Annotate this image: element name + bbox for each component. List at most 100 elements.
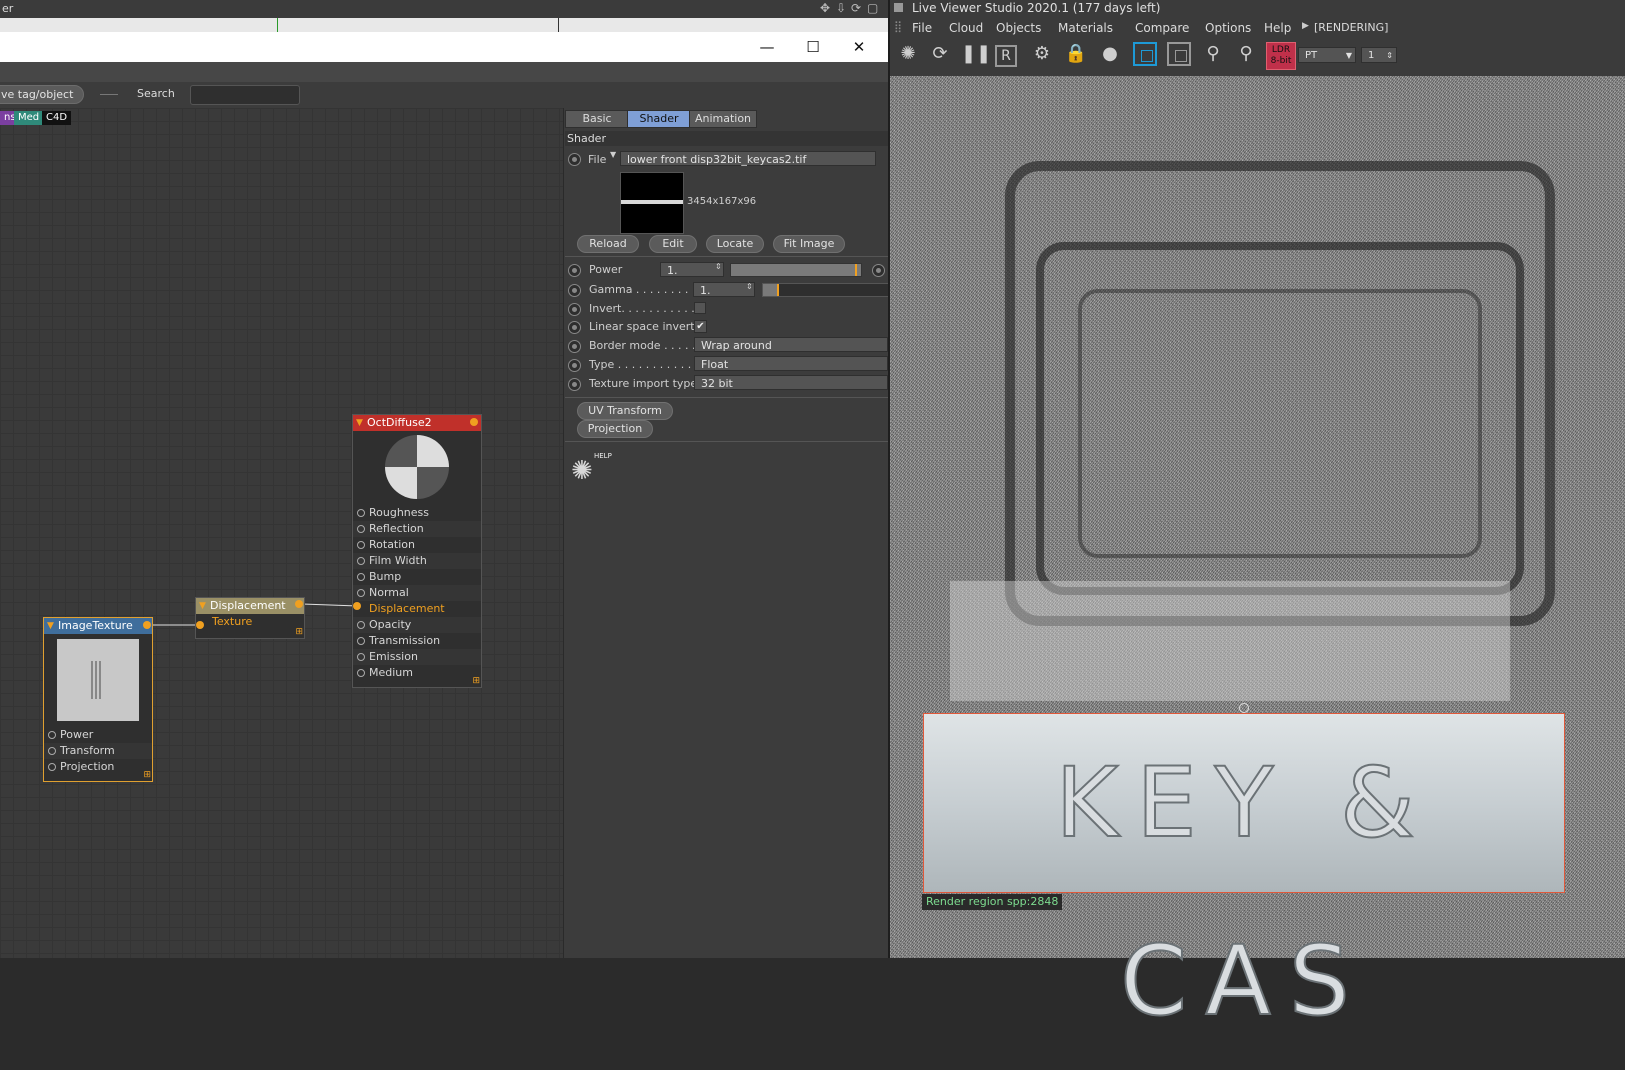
port-icon[interactable] xyxy=(357,621,365,629)
input-port-texture[interactable] xyxy=(196,621,204,629)
invert-checkbox[interactable] xyxy=(694,302,706,314)
octane-logo-icon[interactable]: ✺ xyxy=(896,42,920,66)
focus-picker-icon[interactable]: ⚲ xyxy=(1201,42,1225,66)
port-icon[interactable] xyxy=(357,637,365,645)
collapse-triangle-icon[interactable]: ▼ xyxy=(47,618,54,634)
texture-import-type-select[interactable]: 32 bit xyxy=(694,375,888,390)
rotate-icon[interactable]: ⟳ xyxy=(851,1,861,15)
menu-file[interactable]: File xyxy=(912,20,932,36)
octane-help-icon[interactable]: ✺ xyxy=(571,456,601,486)
drag-grip-icon[interactable]: ⣿ xyxy=(894,20,902,33)
pause-icon[interactable]: ❚❚ xyxy=(961,42,991,66)
port-bump[interactable]: Bump xyxy=(353,569,481,585)
port-transform[interactable]: Transform xyxy=(44,743,152,759)
port-icon[interactable] xyxy=(357,589,365,597)
maximize-button[interactable]: ☐ xyxy=(790,32,836,62)
node-oct-diffuse-header[interactable]: ▼ OctDiffuse2 xyxy=(353,415,481,431)
gamma-stepper-icon[interactable]: ⇕ xyxy=(746,282,753,291)
port-roughness[interactable]: Roughness xyxy=(353,505,481,521)
close-button[interactable]: ✕ xyxy=(836,32,882,62)
file-dropdown-icon[interactable]: ▼ xyxy=(610,150,616,159)
gamma-slider-handle[interactable] xyxy=(777,284,779,296)
port-film-width[interactable]: Film Width xyxy=(353,553,481,569)
spp-input[interactable]: 1 ⇕ xyxy=(1361,47,1397,63)
ldr-8bit-toggle[interactable]: LDR 8-bit xyxy=(1266,42,1296,70)
minimize-button[interactable]: — xyxy=(744,32,790,62)
menu-materials[interactable]: Materials xyxy=(1058,20,1113,36)
menu-objects[interactable]: Objects xyxy=(996,20,1041,36)
menu-options[interactable]: Options xyxy=(1205,20,1251,36)
region-render-icon[interactable]: R xyxy=(995,45,1017,67)
menu-help[interactable]: Help xyxy=(1264,20,1291,36)
render-region-toggle-icon[interactable] xyxy=(1133,42,1157,66)
node-image-texture[interactable]: ▼ ImageTexture Power Transform Projectio… xyxy=(43,617,153,782)
animate-radio-power-extra[interactable] xyxy=(872,264,885,277)
kernel-select[interactable]: PT ▼ xyxy=(1298,47,1356,63)
reload-button[interactable]: Reload xyxy=(577,235,639,253)
animate-radio-texture-import-type[interactable] xyxy=(568,378,581,391)
port-projection[interactable]: Projection xyxy=(44,759,152,775)
port-transmission[interactable]: Transmission xyxy=(353,633,481,649)
type-select[interactable]: Float xyxy=(694,356,888,371)
port-icon[interactable] xyxy=(357,669,365,677)
animate-radio-file[interactable] xyxy=(568,153,581,166)
port-icon[interactable] xyxy=(48,763,56,771)
port-normal[interactable]: Normal xyxy=(353,585,481,601)
tab-shader[interactable]: Shader xyxy=(627,110,691,128)
input-port-displacement[interactable] xyxy=(353,602,361,610)
animate-radio-power[interactable] xyxy=(568,264,581,277)
node-displacement[interactable]: ▼ Displacement Texture ⊞ xyxy=(195,597,305,639)
port-opacity[interactable]: Opacity xyxy=(353,617,481,633)
port-emission[interactable]: Emission xyxy=(353,649,481,665)
animate-radio-invert[interactable] xyxy=(568,303,581,316)
animate-radio-type[interactable] xyxy=(568,359,581,372)
arrow-down-icon[interactable]: ⇩ xyxy=(836,1,846,15)
port-reflection[interactable]: Reflection xyxy=(353,521,481,537)
output-port-displacement[interactable] xyxy=(295,600,303,608)
collapse-triangle-icon[interactable]: ▼ xyxy=(199,598,206,614)
locate-button[interactable]: Locate xyxy=(706,235,764,253)
resize-handle-icon[interactable]: ⊞ xyxy=(295,627,303,637)
menu-compare[interactable]: Compare xyxy=(1135,20,1189,36)
material-picker-icon[interactable]: ⚲ xyxy=(1234,42,1258,66)
node-image-texture-header[interactable]: ▼ ImageTexture xyxy=(44,618,152,634)
film-region-icon[interactable] xyxy=(1167,42,1191,66)
output-port-oct-diffuse[interactable] xyxy=(470,418,478,426)
port-icon[interactable] xyxy=(357,573,365,581)
animate-radio-linear-space-invert[interactable] xyxy=(568,321,581,334)
power-slider-handle[interactable] xyxy=(855,264,857,276)
fit-image-button[interactable]: Fit Image xyxy=(773,235,845,253)
edit-button[interactable]: Edit xyxy=(649,235,697,253)
animate-radio-border-mode[interactable] xyxy=(568,340,581,353)
port-displacement[interactable]: Displacement xyxy=(353,601,481,617)
collapse-triangle-icon[interactable]: ▼ xyxy=(356,415,363,431)
port-texture[interactable]: Texture xyxy=(196,614,304,630)
port-icon[interactable] xyxy=(357,509,365,517)
file-path-field[interactable]: lower front disp32bit_keycas2.tif xyxy=(620,151,876,166)
port-icon[interactable] xyxy=(357,653,365,661)
port-icon[interactable] xyxy=(357,541,365,549)
node-displacement-header[interactable]: ▼ Displacement xyxy=(196,598,304,614)
border-mode-select[interactable]: Wrap around xyxy=(694,337,888,352)
tab-basic[interactable]: Basic xyxy=(565,110,629,128)
node-oct-diffuse[interactable]: ▼ OctDiffuse2 Roughness Reflection Rotat… xyxy=(352,414,482,688)
window-icon[interactable]: ▢ xyxy=(867,1,878,15)
port-icon[interactable] xyxy=(357,557,365,565)
render-region-box[interactable]: KEY & CAS xyxy=(923,713,1565,1038)
spp-stepper-icon[interactable]: ⇕ xyxy=(1386,48,1393,64)
tab-animation[interactable]: Animation xyxy=(689,110,757,128)
gamma-slider[interactable] xyxy=(762,283,890,297)
resize-handle-icon[interactable]: ⊞ xyxy=(472,676,480,686)
projection-button[interactable]: Projection xyxy=(577,420,653,438)
resize-handle-icon[interactable]: ⊞ xyxy=(143,770,151,780)
restart-render-icon[interactable]: ⟳ xyxy=(928,42,952,66)
power-slider[interactable] xyxy=(730,263,862,277)
settings-gear-icon[interactable]: ⚙ xyxy=(1030,42,1054,66)
animate-radio-gamma[interactable] xyxy=(568,284,581,297)
region-handle-icon[interactable] xyxy=(1239,703,1249,713)
output-port-image-texture[interactable] xyxy=(143,621,151,629)
lock-icon[interactable]: 🔒 xyxy=(1064,42,1088,66)
linear-space-invert-checkbox[interactable]: ✔ xyxy=(694,320,707,333)
uv-transform-button[interactable]: UV Transform xyxy=(577,402,673,420)
port-rotation[interactable]: Rotation xyxy=(353,537,481,553)
